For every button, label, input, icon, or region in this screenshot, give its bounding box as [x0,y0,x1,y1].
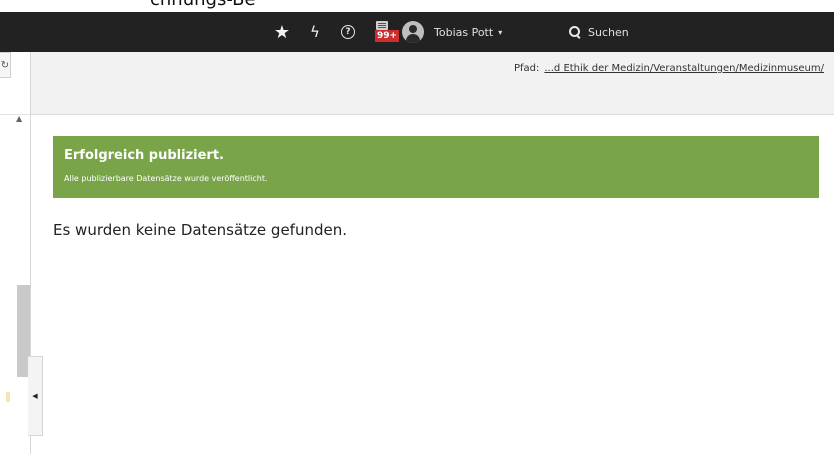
path-label: Pfad: [513,63,540,74]
collapse-sidebar-button[interactable]: ◀ [28,356,43,436]
search-icon [569,26,581,39]
page: chnungs-Be ★ ϟ ? 99+ Tobias Pott ▾ [0,0,834,454]
bookmarks-button[interactable]: ★ [270,12,294,52]
search-label: Suchen [588,25,629,39]
notifications-button[interactable]: 99+ [371,12,400,52]
marker [6,392,10,402]
user-name: Tobias Pott [434,25,494,39]
bolt-icon: ϟ [310,23,320,41]
notification-badge: 99+ [375,30,400,42]
empty-state-message: Es wurden keine Datensätze gefunden. [53,221,348,239]
chevron-left-icon: ◀ [32,392,38,400]
divider [0,114,30,115]
alert-title: Erfolgreich publiziert. [64,148,224,163]
star-icon: ★ [273,21,291,43]
success-alert: Erfolgreich publiziert. Alle publizierba… [53,136,819,198]
alert-message: Alle publizierbare Datensätze wurde verö… [64,174,268,183]
refresh-icon: ↻ [0,59,10,71]
notification-icon [376,21,388,30]
path-bar: Pfad: ...d Ethik der Medizin/Veranstaltun… [31,52,834,115]
breadcrumb: Pfad: ...d Ethik der Medizin/Veranstaltun… [514,63,824,74]
top-toolbar: ★ ϟ ? 99+ Tobias Pott ▾ Suchen [0,12,834,52]
top-caption: chnungs-Be [150,0,256,10]
search-button[interactable]: Suchen [569,12,649,52]
help-circle-icon: ? [341,25,355,39]
left-sidebar: ↻ ▲ ◀ [0,52,43,454]
path-link[interactable]: ...d Ethik der Medizin/Veranstaltungen/M… [544,63,824,74]
top-caption-strip: chnungs-Be [0,0,834,12]
help-button[interactable]: ? [337,12,359,52]
refresh-button[interactable]: ↻ [0,52,11,78]
scroll-up-icon[interactable]: ▲ [16,114,24,124]
clear-cache-button[interactable]: ϟ [306,12,324,52]
user-menu[interactable]: Tobias Pott ▾ [402,12,532,52]
chevron-down-icon: ▾ [498,27,503,37]
user-avatar-icon [402,21,424,43]
